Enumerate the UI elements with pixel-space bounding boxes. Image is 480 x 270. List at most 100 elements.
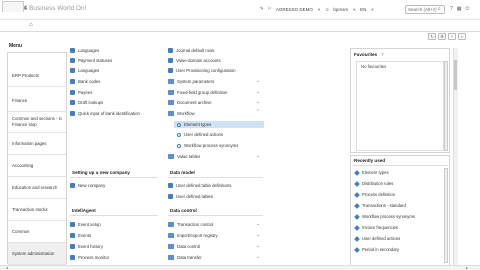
list-item[interactable]: Bank codes xyxy=(70,79,100,84)
tab-blank[interactable] xyxy=(2,1,24,12)
sidebar-item-finance[interactable]: Finance xyxy=(8,90,66,112)
list-item[interactable]: Draft lookups xyxy=(70,100,103,105)
list-item[interactable]: Journal default rows xyxy=(168,48,214,53)
sidebar-item-transaction-stocks[interactable]: Transaction stocks xyxy=(8,199,66,221)
company-selector[interactable]: AGRESSO DEMO xyxy=(276,7,313,12)
list-item-label: Quick input of bank identification xyxy=(78,111,140,116)
recent-item[interactable]: User defined actions xyxy=(354,235,400,242)
sidebar-item-common-sections[interactable]: Common and sections - in Finance stop xyxy=(8,111,66,133)
item-icon xyxy=(177,122,181,127)
folder-item-expanded[interactable]: Workflow xyxy=(168,111,195,116)
menu-title: Menu xyxy=(9,43,23,49)
sidebar-item-information-pages[interactable]: Information pages xyxy=(8,133,66,155)
recent-item[interactable]: Workflow process synonyms xyxy=(354,213,415,220)
sidebar-item-erp-products[interactable]: ERP Products xyxy=(8,65,66,87)
list-item[interactable]: User Provisioning configuration xyxy=(168,68,235,73)
list-item[interactable]: Process monitor xyxy=(70,255,109,260)
recent-item[interactable]: Distribution rules xyxy=(354,180,393,187)
folder-icon xyxy=(168,233,174,238)
logout-icon[interactable]: ⏻ xyxy=(466,6,470,12)
list-item-label: User Provisioning configuration xyxy=(176,68,236,73)
favourites-help-icon[interactable]: ? xyxy=(381,52,384,57)
user-name[interactable]: bpmsm xyxy=(333,7,348,12)
list-item-label: Element types xyxy=(184,122,212,127)
favourites-title: Favourites xyxy=(354,52,378,57)
grid-icon[interactable]: ▦ xyxy=(457,6,462,12)
list-item[interactable]: Value-domain accounts xyxy=(168,58,221,63)
tab-bar xyxy=(0,20,480,32)
expand-chevron-icon[interactable]: ⌄ xyxy=(256,153,260,159)
tasks-icon[interactable]: ✎ xyxy=(260,6,264,12)
settings-icon[interactable]: ⚙ xyxy=(438,33,446,40)
favourites-scrollbar[interactable] xyxy=(444,61,448,151)
help-icon[interactable]: ? xyxy=(450,6,453,12)
list-item-label: Draft lookups xyxy=(78,100,104,105)
list-item[interactable]: Payment statuses xyxy=(70,58,112,63)
list-item[interactable]: Quick input of bank identification xyxy=(70,111,140,116)
list-item[interactable]: Event history xyxy=(70,244,103,249)
list-item[interactable]: Event setup xyxy=(70,222,101,227)
list-item-selected[interactable]: Element types xyxy=(174,121,264,128)
list-item-label: Value-domain accounts xyxy=(176,58,221,63)
expand-chevron-icon[interactable]: ⌄ xyxy=(256,243,260,249)
list-item[interactable]: Languages xyxy=(70,48,99,53)
sidebar-item-system-administration[interactable]: System administration xyxy=(8,243,66,265)
collapse-chevron-icon[interactable]: ⌃ xyxy=(256,109,260,115)
home-icon[interactable]: ⌂ xyxy=(29,22,33,28)
refresh-icon[interactable]: ↻ xyxy=(428,33,436,40)
expand-chevron-icon[interactable]: ⌄ xyxy=(256,221,260,227)
folder-item-label: Transaction control xyxy=(177,222,214,227)
list-item[interactable]: Payees xyxy=(70,90,92,95)
recent-item[interactable]: Process definition xyxy=(354,191,396,198)
expand-chevron-icon[interactable]: ⌄ xyxy=(256,232,260,238)
list-item[interactable]: User defined tables xyxy=(168,194,213,199)
page-scrollbar-thumb[interactable] xyxy=(454,60,457,90)
list-icon xyxy=(70,233,75,238)
notifications-icon[interactable]: ⚐ xyxy=(268,6,272,12)
status-right-icon[interactable]: ▸ xyxy=(466,265,468,270)
expand-chevron-icon[interactable]: ⌄ xyxy=(256,78,260,84)
recent-item-label: Process definition xyxy=(362,192,396,197)
folder-item[interactable]: Transaction control xyxy=(168,222,213,227)
recent-item[interactable]: Transactions - standard xyxy=(354,202,406,209)
recent-item[interactable]: Element types xyxy=(354,169,389,176)
sidebar-item-education-research[interactable]: Education and research xyxy=(8,177,66,199)
recently-used-scrollbar[interactable] xyxy=(444,168,448,263)
recent-item[interactable]: Invoice frequencies xyxy=(354,224,398,231)
recent-item-icon xyxy=(354,202,360,209)
recent-item-label: Workflow process synonyms xyxy=(362,214,415,219)
expand-chevron-icon[interactable]: ⌄ xyxy=(256,99,260,105)
folder-item-label: Data control xyxy=(177,244,201,249)
list-item[interactable]: Languages xyxy=(70,68,99,73)
user-icon: ☺ xyxy=(324,6,330,12)
list-item[interactable]: New company xyxy=(70,183,105,188)
search-icon[interactable]: ⌕ xyxy=(438,6,441,12)
folder-icon xyxy=(168,244,174,249)
recent-item-icon xyxy=(354,169,360,176)
expand-chevron-icon[interactable]: ⌄ xyxy=(256,254,260,260)
list-item[interactable]: User defined actions xyxy=(177,132,223,137)
close-icon[interactable]: × xyxy=(458,33,466,40)
section-title: IntellAgent xyxy=(72,208,96,213)
folder-item[interactable]: Value tables xyxy=(168,154,200,159)
list-icon xyxy=(168,58,173,63)
list-item[interactable]: Events xyxy=(70,233,91,238)
language-selector[interactable]: EN xyxy=(360,7,366,12)
sidebar-item-accounting[interactable]: Accounting xyxy=(8,155,66,177)
list-item[interactable]: User defined table definitions xyxy=(168,183,231,188)
folder-item[interactable]: Import/export registry xyxy=(168,233,218,238)
list-item[interactable]: Workflow process synonyms xyxy=(177,143,238,148)
expand-chevron-icon[interactable]: ⌄ xyxy=(256,89,260,95)
language-chevron-icon: ▼ xyxy=(370,6,375,12)
folder-item[interactable]: Data control xyxy=(168,244,200,249)
sidebar-item-common[interactable]: Common xyxy=(8,221,66,243)
folder-item[interactable]: Fixed-field group definition xyxy=(168,90,227,95)
folder-item[interactable]: Document archive xyxy=(168,100,212,105)
folder-item[interactable]: Data transfer xyxy=(168,255,202,260)
list-item-label: User defined table definitions xyxy=(176,183,232,188)
status-left-icon[interactable]: ◂ xyxy=(6,265,8,270)
folder-icon xyxy=(168,154,174,159)
folder-item[interactable]: System parameters xyxy=(168,79,214,84)
help-small-icon[interactable]: ? xyxy=(448,33,456,40)
recent-item[interactable]: Period in secondary xyxy=(354,246,399,253)
